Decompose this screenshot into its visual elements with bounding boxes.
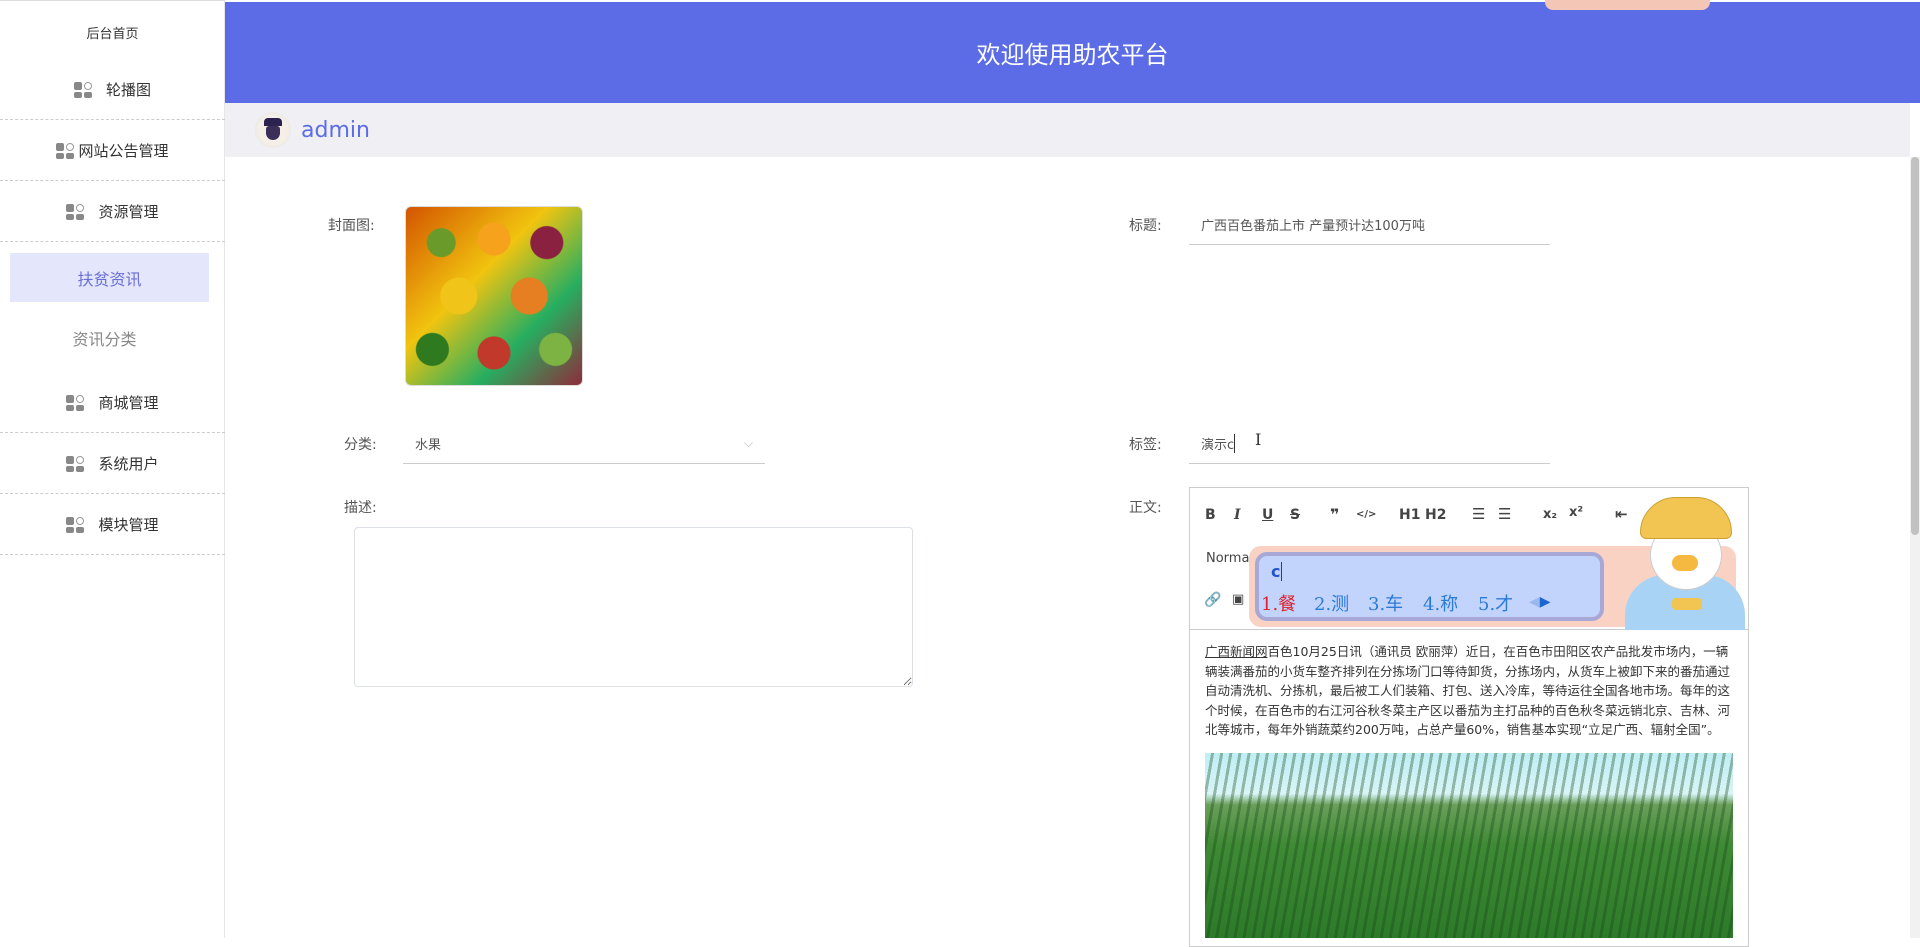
sidebar-item-news[interactable]: 扶贫资讯 (10, 253, 209, 302)
chevron-down-icon: ⌵ (743, 436, 753, 450)
cover-image-upload[interactable] (405, 206, 583, 386)
category-select-value: 水果 (415, 438, 442, 453)
sidebar-item-label: 轮播图 (105, 81, 151, 99)
ime-candidate[interactable]: 3.车 (1368, 590, 1403, 616)
sidebar-item-label: 资源管理 (98, 203, 159, 221)
scrollbar-thumb[interactable] (1911, 157, 1919, 535)
sidebar-item-label: 商城管理 (98, 394, 159, 412)
h2-button[interactable]: H2 (1425, 507, 1446, 523)
title-label: 标题: (1129, 218, 1162, 234)
tags-label: 标签: (1129, 437, 1162, 453)
sidebar-item-label: 资讯分类 (72, 330, 137, 349)
farm-field-image (1205, 753, 1733, 938)
sidebar: 后台首页 轮播图 网站公告管理 资源管理 扶贫资讯 资讯分类 商城管理 系统用户… (0, 0, 225, 938)
ime-candidate[interactable]: 5.才 (1478, 590, 1513, 616)
tags-input-value: 演示c (1201, 434, 1236, 453)
cover-label: 封面图: (328, 218, 375, 234)
outdent-icon[interactable]: ⇤ (1615, 505, 1628, 523)
sidebar-item-resources[interactable]: 资源管理 (0, 182, 225, 242)
mascot-beak (1672, 555, 1698, 571)
ime-candidate[interactable]: 1.餐 (1261, 590, 1296, 616)
grid-icon (66, 516, 85, 533)
sidebar-item-carousel[interactable]: 轮播图 (0, 60, 225, 120)
content-label: 正文: (1129, 500, 1162, 516)
username[interactable]: admin (301, 118, 370, 143)
sidebar-item-label: 系统用户 (98, 455, 159, 473)
superscript-button[interactable]: x² (1569, 505, 1583, 520)
sidebar-item-announcements[interactable]: 网站公告管理 (0, 121, 225, 181)
text-cursor-icon: I (1255, 430, 1262, 449)
ime-candidate[interactable]: 4.称 (1423, 590, 1458, 616)
ime-candidate[interactable]: 2.测 (1314, 590, 1349, 616)
ime-panel: c 1.餐 2.测 3.车 4.称 5.才 ◀▶ (1255, 552, 1604, 621)
sidebar-item-modules[interactable]: 模块管理 (0, 495, 225, 555)
grid-icon (66, 394, 85, 411)
header: 欢迎使用助农平台 (225, 2, 1920, 103)
grid-icon (66, 203, 85, 220)
category-select[interactable]: 水果 ⌵ (403, 424, 765, 464)
ordered-list-icon[interactable]: ☰ (1472, 505, 1485, 523)
ime-page-arrows-icon[interactable]: ◀▶ (1529, 594, 1551, 610)
grid-icon (66, 455, 85, 472)
mascot-bowtie (1672, 598, 1702, 610)
avatar[interactable] (255, 112, 291, 148)
editor-paragraph: 百色10月25日讯（通讯员 欧丽萍）近日，在百色市田阳区农产品批发市场内，一辆辆… (1205, 644, 1731, 738)
grid-icon (56, 142, 75, 159)
code-block-button[interactable]: </> (1356, 509, 1376, 520)
page-title: 欢迎使用助农平台 (976, 41, 1169, 69)
underline-button[interactable]: U (1262, 507, 1273, 523)
sidebar-item-label: 后台首页 (86, 26, 139, 42)
sidebar-item-label: 网站公告管理 (78, 142, 169, 160)
h1-button[interactable]: H1 (1399, 507, 1420, 523)
mascot-decoration (1545, 0, 1710, 10)
sidebar-item-label: 扶贫资讯 (77, 269, 142, 289)
blockquote-button[interactable]: ❞ (1330, 505, 1339, 524)
sidebar-item-users[interactable]: 系统用户 (0, 434, 225, 494)
page-scrollbar[interactable] (1910, 157, 1920, 938)
source-link[interactable]: 广西新闻网 (1205, 644, 1268, 659)
user-bar: admin (225, 103, 1910, 157)
header-format-select[interactable]: Normal (1206, 551, 1252, 566)
bold-button[interactable]: B (1205, 507, 1216, 523)
italic-button[interactable]: I (1234, 507, 1241, 523)
subscript-button[interactable]: x₂ (1543, 507, 1557, 522)
editor-content[interactable]: 广西新闻网百色10月25日讯（通讯员 欧丽萍）近日，在百色市田阳区农产品批发市场… (1205, 642, 1735, 740)
sidebar-item-label: 模块管理 (98, 516, 159, 534)
link-icon[interactable]: 🔗 (1204, 592, 1221, 608)
description-label: 描述: (344, 500, 377, 516)
description-textarea[interactable] (354, 527, 913, 687)
sidebar-item-news-category[interactable]: 资讯分类 (0, 308, 209, 368)
title-input-value: 广西百色番茄上市 产量预计达100万吨 (1201, 219, 1425, 234)
sidebar-item-home[interactable]: 后台首页 (0, 2, 225, 62)
tags-input[interactable]: 演示c (1189, 424, 1550, 464)
title-input[interactable]: 广西百色番茄上市 产量预计达100万吨 (1189, 205, 1550, 245)
image-icon[interactable]: ▣ (1232, 592, 1244, 607)
strike-button[interactable]: S (1290, 507, 1300, 523)
bullet-list-icon[interactable]: ☰ (1498, 505, 1511, 523)
grid-icon (73, 81, 92, 98)
sidebar-item-mall[interactable]: 商城管理 (0, 373, 225, 433)
category-label: 分类: (344, 437, 377, 453)
ime-composition: c (1271, 562, 1283, 581)
